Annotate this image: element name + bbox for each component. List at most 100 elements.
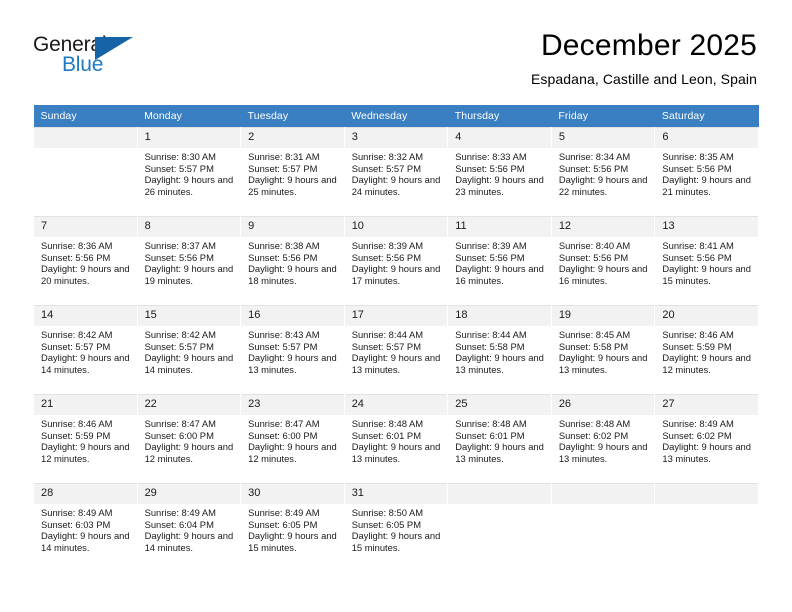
sunrise-text: Sunrise: 8:42 AM xyxy=(144,329,216,340)
calendar-day-cell[interactable]: 2 Sunrise: 8:31 AM Sunset: 5:57 PM Daylight… xyxy=(240,127,345,217)
daylight-text: Daylight: 9 hours and 18 minutes. xyxy=(248,263,337,286)
weekday-header-wednesday: Wednesday xyxy=(344,105,448,128)
day-number: 25 xyxy=(448,395,551,415)
calendar-day-cell[interactable]: 7 Sunrise: 8:36 AM Sunset: 5:56 PM Daylight… xyxy=(33,216,138,306)
sunrise-text: Sunrise: 8:48 AM xyxy=(351,418,424,429)
weekday-header-monday: Monday xyxy=(137,105,241,128)
sunset-text: Sunset: 6:03 PM xyxy=(41,518,111,530)
sunrise-text: Sunrise: 8:46 AM xyxy=(662,329,734,340)
calendar-day-cell[interactable]: 24 Sunrise: 8:48 AM Sunset: 6:01 PM Dayligh… xyxy=(343,394,449,484)
general-blue-logo[interactable]: General Blue xyxy=(33,34,163,84)
day-number: 12 xyxy=(551,217,655,237)
day-number: 22 xyxy=(137,395,241,415)
calendar-day-cell[interactable]: 20 Sunrise: 8:46 AM Sunset: 5:59 PM Dayligh… xyxy=(654,305,759,395)
calendar-day-cell[interactable]: 1 Sunrise: 8:30 AM Sunset: 5:57 PM Daylight… xyxy=(136,127,242,217)
calendar-day-cell[interactable]: 18 Sunrise: 8:44 AM Sunset: 5:58 PM Dayligh… xyxy=(447,305,552,395)
calendar-empty-cell xyxy=(550,483,656,572)
calendar-week-row: 7 Sunrise: 8:36 AM Sunset: 5:56 PM Daylight… xyxy=(33,216,759,306)
day-cell-inner: 30 Sunrise: 8:49 AM Sunset: 6:05 PM Dayligh… xyxy=(241,484,344,572)
day-number: 15 xyxy=(137,306,241,326)
day-cell-inner: 8 Sunrise: 8:37 AM Sunset: 5:56 PM Daylight… xyxy=(137,217,241,305)
day-number: 10 xyxy=(344,217,448,237)
calendar-day-cell[interactable]: 14 Sunrise: 8:42 AM Sunset: 5:57 PM Dayligh… xyxy=(33,305,138,395)
daylight-text: Daylight: 9 hours and 22 minutes. xyxy=(558,174,648,197)
calendar-day-cell[interactable]: 13 Sunrise: 8:41 AM Sunset: 5:56 PM Dayligh… xyxy=(654,216,759,306)
sunset-text: Sunset: 6:02 PM xyxy=(662,429,732,441)
day-number xyxy=(551,484,655,504)
daylight-text: Daylight: 9 hours and 15 minutes. xyxy=(248,530,337,553)
calendar-week-row: 14 Sunrise: 8:42 AM Sunset: 5:57 PM Dayligh… xyxy=(33,305,759,395)
day-number: 1 xyxy=(137,128,241,148)
calendar-day-cell[interactable]: 11 Sunrise: 8:39 AM Sunset: 5:56 PM Dayligh… xyxy=(447,216,552,306)
day-number: 3 xyxy=(344,128,448,148)
calendar-day-cell[interactable]: 10 Sunrise: 8:39 AM Sunset: 5:56 PM Dayligh… xyxy=(343,216,449,306)
day-cell-inner xyxy=(551,484,655,572)
sunrise-text: Sunrise: 8:48 AM xyxy=(455,418,527,429)
sunrise-text: Sunrise: 8:50 AM xyxy=(351,507,424,518)
day-number: 6 xyxy=(655,128,758,148)
calendar-day-cell[interactable]: 22 Sunrise: 8:47 AM Sunset: 6:00 PM Dayligh… xyxy=(136,394,242,484)
day-details: Sunrise: 8:36 AM Sunset: 5:56 PM Daylight:… xyxy=(34,237,137,286)
calendar-day-cell[interactable]: 29 Sunrise: 8:49 AM Sunset: 6:04 PM Dayligh… xyxy=(136,483,242,572)
calendar-day-cell[interactable]: 21 Sunrise: 8:46 AM Sunset: 5:59 PM Dayligh… xyxy=(33,394,138,484)
day-number: 26 xyxy=(551,395,655,415)
calendar-day-cell[interactable]: 6 Sunrise: 8:35 AM Sunset: 5:56 PM Daylight… xyxy=(654,127,759,217)
day-cell-inner: 4 Sunrise: 8:33 AM Sunset: 5:56 PM Daylight… xyxy=(448,128,551,216)
day-details: Sunrise: 8:46 AM Sunset: 5:59 PM Daylight:… xyxy=(655,326,758,375)
day-details: Sunrise: 8:34 AM Sunset: 5:56 PM Daylight:… xyxy=(552,148,655,197)
sunrise-text: Sunrise: 8:47 AM xyxy=(248,418,320,429)
day-number: 14 xyxy=(34,306,137,326)
daylight-text: Daylight: 9 hours and 16 minutes. xyxy=(455,263,544,286)
day-number: 7 xyxy=(34,217,137,237)
day-details: Sunrise: 8:32 AM Sunset: 5:57 PM Daylight:… xyxy=(345,148,448,197)
calendar-day-cell[interactable]: 30 Sunrise: 8:49 AM Sunset: 6:05 PM Dayligh… xyxy=(240,483,345,572)
day-details: Sunrise: 8:49 AM Sunset: 6:03 PM Daylight:… xyxy=(34,504,137,553)
day-cell-inner: 31 Sunrise: 8:50 AM Sunset: 6:05 PM Dayligh… xyxy=(344,484,448,572)
calendar-day-cell[interactable]: 15 Sunrise: 8:42 AM Sunset: 5:57 PM Dayligh… xyxy=(136,305,242,395)
day-cell-inner xyxy=(448,484,551,572)
day-details: Sunrise: 8:41 AM Sunset: 5:56 PM Daylight:… xyxy=(655,237,758,286)
day-cell-inner: 14 Sunrise: 8:42 AM Sunset: 5:57 PM Dayligh… xyxy=(34,306,137,394)
calendar-day-cell[interactable]: 23 Sunrise: 8:47 AM Sunset: 6:00 PM Dayligh… xyxy=(240,394,345,484)
calendar-day-cell[interactable]: 27 Sunrise: 8:49 AM Sunset: 6:02 PM Dayligh… xyxy=(654,394,759,484)
calendar-body: 1 Sunrise: 8:30 AM Sunset: 5:57 PM Daylight… xyxy=(33,127,759,572)
day-details: Sunrise: 8:49 AM Sunset: 6:02 PM Daylight:… xyxy=(655,415,758,464)
daylight-text: Daylight: 9 hours and 17 minutes. xyxy=(351,263,441,286)
day-cell-inner: 10 Sunrise: 8:39 AM Sunset: 5:56 PM Dayligh… xyxy=(344,217,448,305)
sunrise-text: Sunrise: 8:31 AM xyxy=(248,151,320,162)
day-cell-inner: 15 Sunrise: 8:42 AM Sunset: 5:57 PM Dayligh… xyxy=(137,306,241,394)
calendar-day-cell[interactable]: 5 Sunrise: 8:34 AM Sunset: 5:56 PM Daylight… xyxy=(550,127,656,217)
day-number xyxy=(34,128,137,148)
day-details: Sunrise: 8:39 AM Sunset: 5:56 PM Daylight:… xyxy=(345,237,448,286)
daylight-text: Daylight: 9 hours and 13 minutes. xyxy=(662,441,751,464)
day-number: 2 xyxy=(241,128,344,148)
day-number: 9 xyxy=(241,217,344,237)
calendar-day-cell[interactable]: 28 Sunrise: 8:49 AM Sunset: 6:03 PM Dayligh… xyxy=(33,483,138,572)
daylight-text: Daylight: 9 hours and 13 minutes. xyxy=(351,441,441,464)
calendar-week-row: 28 Sunrise: 8:49 AM Sunset: 6:03 PM Dayligh… xyxy=(33,483,759,572)
sunset-text: Sunset: 5:56 PM xyxy=(144,251,214,263)
calendar-day-cell[interactable]: 31 Sunrise: 8:50 AM Sunset: 6:05 PM Dayligh… xyxy=(343,483,449,572)
sunset-text: Sunset: 5:56 PM xyxy=(662,162,732,174)
calendar-empty-cell xyxy=(447,483,552,572)
calendar-day-cell[interactable]: 25 Sunrise: 8:48 AM Sunset: 6:01 PM Dayligh… xyxy=(447,394,552,484)
calendar-day-cell[interactable]: 19 Sunrise: 8:45 AM Sunset: 5:58 PM Dayligh… xyxy=(550,305,656,395)
calendar-day-cell[interactable]: 12 Sunrise: 8:40 AM Sunset: 5:56 PM Dayligh… xyxy=(550,216,656,306)
sunrise-text: Sunrise: 8:44 AM xyxy=(351,329,424,340)
day-cell-inner: 13 Sunrise: 8:41 AM Sunset: 5:56 PM Dayligh… xyxy=(655,217,758,305)
calendar-day-cell[interactable]: 4 Sunrise: 8:33 AM Sunset: 5:56 PM Daylight… xyxy=(447,127,552,217)
calendar-day-cell[interactable]: 9 Sunrise: 8:38 AM Sunset: 5:56 PM Daylight… xyxy=(240,216,345,306)
calendar-day-cell[interactable]: 8 Sunrise: 8:37 AM Sunset: 5:56 PM Daylight… xyxy=(136,216,242,306)
calendar-day-cell[interactable]: 17 Sunrise: 8:44 AM Sunset: 5:57 PM Dayligh… xyxy=(343,305,449,395)
day-number xyxy=(448,484,551,504)
calendar-day-cell[interactable]: 3 Sunrise: 8:32 AM Sunset: 5:57 PM Daylight… xyxy=(343,127,449,217)
calendar-day-cell[interactable]: 16 Sunrise: 8:43 AM Sunset: 5:57 PM Dayligh… xyxy=(240,305,345,395)
daylight-text: Daylight: 9 hours and 23 minutes. xyxy=(455,174,544,197)
calendar-day-cell[interactable]: 26 Sunrise: 8:48 AM Sunset: 6:02 PM Dayligh… xyxy=(550,394,656,484)
daylight-text: Daylight: 9 hours and 14 minutes. xyxy=(41,352,130,375)
day-cell-inner: 24 Sunrise: 8:48 AM Sunset: 6:01 PM Dayligh… xyxy=(344,395,448,483)
day-details: Sunrise: 8:43 AM Sunset: 5:57 PM Daylight:… xyxy=(241,326,344,375)
sunset-text: Sunset: 5:57 PM xyxy=(144,162,214,174)
sunrise-text: Sunrise: 8:49 AM xyxy=(248,507,320,518)
day-number xyxy=(655,484,758,504)
